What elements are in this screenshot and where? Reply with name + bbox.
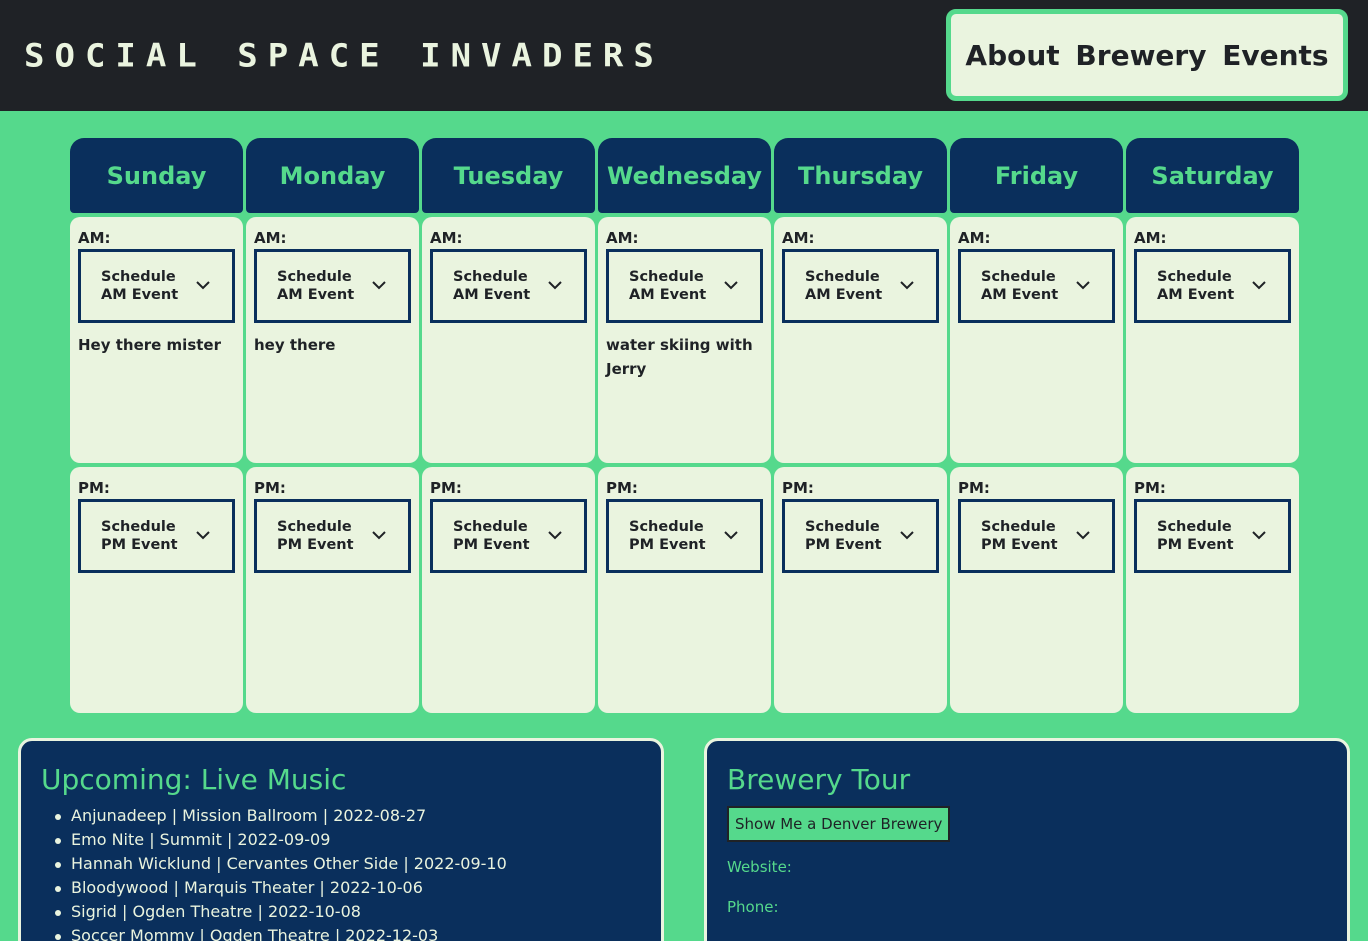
select-value: Schedule PM Event (629, 519, 706, 553)
pm-event-select-wednesday[interactable]: Schedule PM Event (606, 499, 763, 573)
am-event-select-friday[interactable]: Schedule AM Event (958, 249, 1115, 323)
pm-slot-thursday: PM: Schedule PM Event (774, 467, 947, 713)
select-value: Schedule PM Event (101, 519, 178, 553)
select-value: Schedule AM Event (101, 269, 179, 303)
am-label: AM: (782, 229, 815, 247)
select-value: Schedule PM Event (981, 519, 1058, 553)
day-header-saturday: Saturday (1126, 138, 1299, 213)
chevron-down-icon (1076, 278, 1090, 292)
pm-slot-monday: PM: Schedule PM Event (246, 467, 419, 713)
select-value: Schedule AM Event (805, 269, 883, 303)
pm-slot-wednesday: PM: Schedule PM Event (598, 467, 771, 713)
pm-slot-friday: PM: Schedule PM Event (950, 467, 1123, 713)
live-music-list: Anjunadeep | Mission Ballroom | 2022-08-… (41, 804, 641, 941)
list-item: Hannah Wicklund | Cervantes Other Side |… (41, 852, 641, 876)
pm-event-select-friday[interactable]: Schedule PM Event (958, 499, 1115, 573)
am-label: AM: (606, 229, 639, 247)
chevron-down-icon (724, 278, 738, 292)
chevron-down-icon (548, 278, 562, 292)
chevron-down-icon (1252, 278, 1266, 292)
am-note-sunday: Hey there mister (78, 336, 221, 354)
list-item: Soccer Mommy | Ogden Theatre | 2022-12-0… (41, 924, 641, 941)
chevron-down-icon (548, 528, 562, 542)
am-label: AM: (1134, 229, 1167, 247)
pm-event-select-monday[interactable]: Schedule PM Event (254, 499, 411, 573)
select-value: Schedule AM Event (981, 269, 1059, 303)
pm-label: PM: (958, 479, 990, 497)
chevron-down-icon (196, 528, 210, 542)
chevron-down-icon (372, 278, 386, 292)
chevron-down-icon (196, 278, 210, 292)
pm-event-select-thursday[interactable]: Schedule PM Event (782, 499, 939, 573)
select-value: Schedule AM Event (453, 269, 531, 303)
am-slot-wednesday: AM: Schedule AM Event water skiing with Je… (598, 217, 771, 463)
pm-event-select-saturday[interactable]: Schedule PM Event (1134, 499, 1291, 573)
chevron-down-icon (724, 528, 738, 542)
brewery-tour-panel: Brewery Tour Show Me a Denver Brewery We… (704, 738, 1350, 941)
chevron-down-icon (1252, 528, 1266, 542)
pm-label: PM: (606, 479, 638, 497)
day-header-sunday: Sunday (70, 138, 243, 213)
pm-slot-sunday: PM: Schedule PM Event (70, 467, 243, 713)
am-slot-thursday: AM: Schedule AM Event (774, 217, 947, 463)
pm-slot-saturday: PM: Schedule PM Event (1126, 467, 1299, 713)
day-header-tuesday: Tuesday (422, 138, 595, 213)
list-item: Anjunadeep | Mission Ballroom | 2022-08-… (41, 804, 641, 828)
am-event-select-tuesday[interactable]: Schedule AM Event (430, 249, 587, 323)
brewery-tour-title: Brewery Tour (727, 763, 911, 796)
am-label: AM: (254, 229, 287, 247)
am-event-select-thursday[interactable]: Schedule AM Event (782, 249, 939, 323)
site-header: Social Space Invaders About Brewery Even… (0, 0, 1368, 111)
select-value: Schedule PM Event (1157, 519, 1234, 553)
site-title: Social Space Invaders (24, 37, 664, 75)
show-brewery-button[interactable]: Show Me a Denver Brewery (727, 806, 951, 842)
pm-event-select-tuesday[interactable]: Schedule PM Event (430, 499, 587, 573)
day-header-wednesday: Wednesday (598, 138, 771, 213)
about-brewery-events-button[interactable]: About Brewery Events (946, 9, 1348, 101)
am-slot-monday: AM: Schedule AM Event hey there (246, 217, 419, 463)
pm-label: PM: (78, 479, 110, 497)
chevron-down-icon (900, 528, 914, 542)
am-slot-sunday: AM: Schedule AM Event Hey there mister (70, 217, 243, 463)
am-event-select-sunday[interactable]: Schedule AM Event (78, 249, 235, 323)
list-item: Sigrid | Ogden Theatre | 2022-10-08 (41, 900, 641, 924)
select-value: Schedule PM Event (277, 519, 354, 553)
website-label: Website: (727, 858, 792, 876)
pm-label: PM: (254, 479, 286, 497)
chevron-down-icon (372, 528, 386, 542)
pm-label: PM: (1134, 479, 1166, 497)
day-header-thursday: Thursday (774, 138, 947, 213)
am-event-select-wednesday[interactable]: Schedule AM Event (606, 249, 763, 323)
chevron-down-icon (900, 278, 914, 292)
select-value: Schedule AM Event (277, 269, 355, 303)
day-header-monday: Monday (246, 138, 419, 213)
am-slot-friday: AM: Schedule AM Event (950, 217, 1123, 463)
am-label: AM: (958, 229, 991, 247)
am-note-monday: hey there (254, 336, 336, 354)
list-item: Bloodywood | Marquis Theater | 2022-10-0… (41, 876, 641, 900)
pm-event-select-sunday[interactable]: Schedule PM Event (78, 499, 235, 573)
am-label: AM: (430, 229, 463, 247)
select-value: Schedule PM Event (805, 519, 882, 553)
pm-label: PM: (430, 479, 462, 497)
am-event-select-saturday[interactable]: Schedule AM Event (1134, 249, 1291, 323)
day-header-friday: Friday (950, 138, 1123, 213)
am-note-wednesday: water skiing with Jerry (606, 336, 753, 378)
am-label: AM: (78, 229, 111, 247)
select-value: Schedule AM Event (1157, 269, 1235, 303)
pm-label: PM: (782, 479, 814, 497)
pm-slot-tuesday: PM: Schedule PM Event (422, 467, 595, 713)
live-music-panel: Upcoming: Live Music Anjunadeep | Missio… (18, 738, 664, 941)
phone-label: Phone: (727, 898, 779, 916)
select-value: Schedule PM Event (453, 519, 530, 553)
am-event-select-monday[interactable]: Schedule AM Event (254, 249, 411, 323)
chevron-down-icon (1076, 528, 1090, 542)
am-slot-saturday: AM: Schedule AM Event (1126, 217, 1299, 463)
list-item: Emo Nite | Summit | 2022-09-09 (41, 828, 641, 852)
select-value: Schedule AM Event (629, 269, 707, 303)
am-slot-tuesday: AM: Schedule AM Event (422, 217, 595, 463)
live-music-title: Upcoming: Live Music (41, 763, 347, 796)
